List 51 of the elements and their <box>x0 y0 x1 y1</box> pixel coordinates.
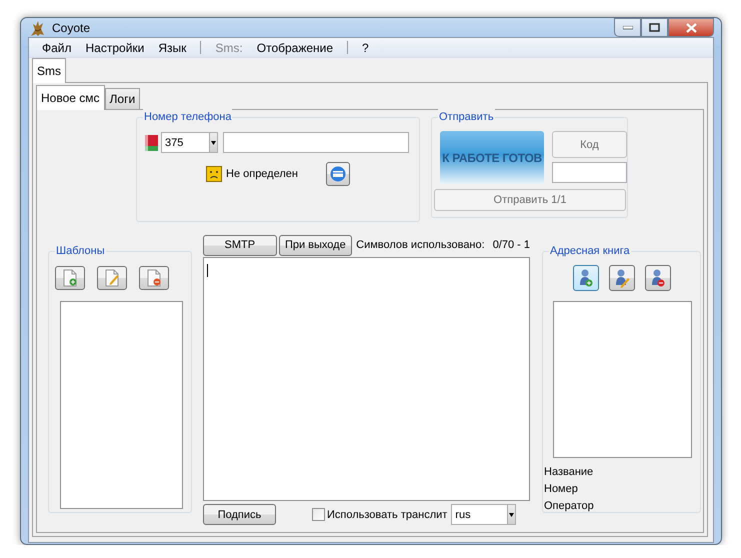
document-pencil-icon <box>104 269 120 287</box>
tab[interactable]: Логи <box>104 88 140 109</box>
edit-template-button[interactable] <box>97 266 127 290</box>
group-title: Отправить <box>439 111 494 123</box>
template-list[interactable] <box>60 301 183 509</box>
minimize-icon <box>622 26 632 30</box>
translit-label: Использовать транслит <box>327 508 448 520</box>
lookup-button[interactable] <box>326 162 350 186</box>
character-counter: 0/70 - 1 <box>492 239 530 251</box>
delete-contact-button[interactable] <box>644 265 670 291</box>
group-title: Шаблоны <box>56 245 105 257</box>
contact-field-label: Оператор <box>544 499 595 514</box>
operator-status: Не определен <box>226 168 298 180</box>
contact-list[interactable] <box>553 301 692 458</box>
group-title: Адресная книга <box>550 245 630 257</box>
phone-number-field[interactable] <box>223 132 409 153</box>
menu-item[interactable]: Файл <box>35 38 79 56</box>
group-title: Номер телефона <box>144 111 232 123</box>
maximize-button[interactable] <box>641 18 668 37</box>
translit-checkbox[interactable] <box>312 508 325 521</box>
close-button[interactable] <box>668 18 714 37</box>
flag-icon <box>145 134 158 150</box>
sad-face-icon <box>206 166 222 182</box>
person-pencil-icon <box>614 268 630 288</box>
maximize-icon <box>649 23 660 32</box>
add-contact-button[interactable] <box>572 265 598 291</box>
menu-item[interactable]: Отображение <box>250 38 340 56</box>
tab[interactable]: Sms <box>32 58 66 83</box>
document-minus-icon <box>146 269 162 287</box>
contact-field-label: Название <box>544 465 594 480</box>
delete-template-button[interactable] <box>139 266 169 290</box>
person-plus-icon <box>578 268 594 288</box>
language-dropdown[interactable]: rus <box>451 504 516 525</box>
counter-label: Символов использовано: <box>356 239 485 251</box>
window-title: Coyote <box>52 20 90 34</box>
minimize-button[interactable] <box>614 18 641 37</box>
tab[interactable]: Новое смс <box>36 85 105 110</box>
edit-contact-button[interactable] <box>608 265 634 291</box>
menu-item[interactable]: Настройки <box>78 38 152 56</box>
country-code-dropdown[interactable]: 375 <box>161 132 218 153</box>
close-icon <box>686 22 696 32</box>
person-minus-icon <box>650 268 666 288</box>
document-plus-icon <box>62 269 78 287</box>
menu-item[interactable]: Язык <box>151 38 194 56</box>
menu-item[interactable]: ? <box>355 38 376 56</box>
code-field[interactable] <box>552 162 627 183</box>
toolbar-button[interactable]: SMTP <box>203 234 277 256</box>
contact-field-label: Номер <box>544 482 579 497</box>
signature-button[interactable]: Подпись <box>203 504 276 525</box>
add-template-button[interactable] <box>55 266 85 290</box>
toolbar-button[interactable]: При выходе <box>278 234 352 256</box>
